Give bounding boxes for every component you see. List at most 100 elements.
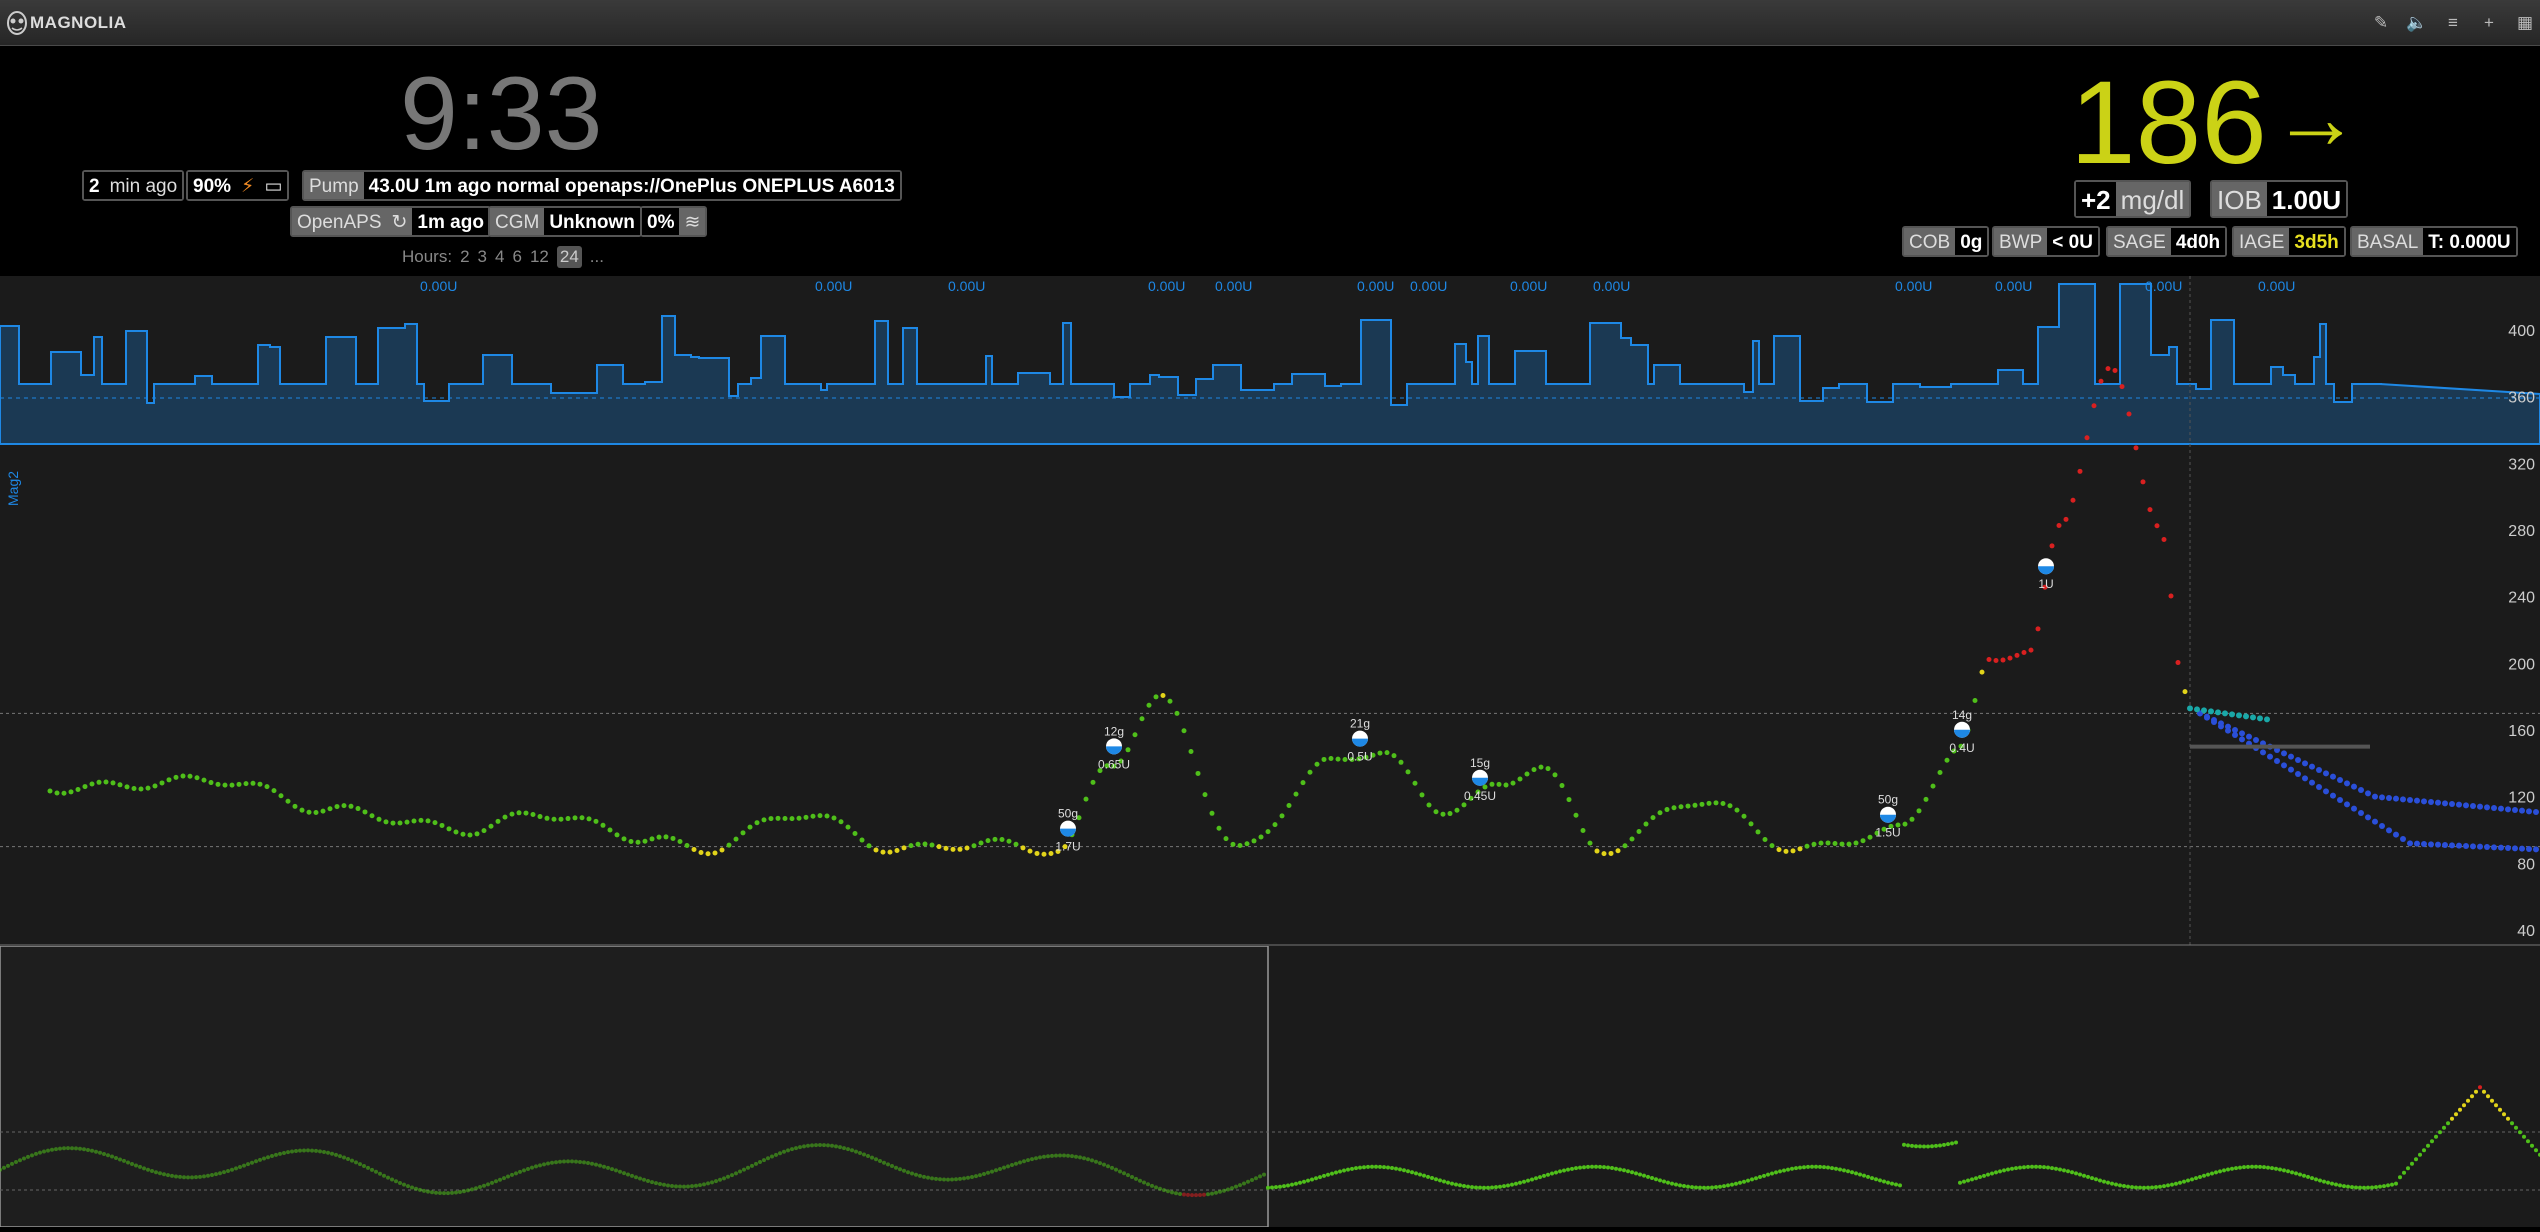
brush-bg-point	[1650, 1176, 1654, 1181]
speaker-icon[interactable]: 🔈	[2402, 12, 2432, 34]
forecast-point	[2264, 716, 2270, 723]
brush-bg-point	[1466, 1184, 1470, 1189]
brush-bg-point	[2166, 1183, 2170, 1188]
hours-option-12[interactable]: 12	[530, 247, 549, 267]
brush-bg-point	[830, 1143, 834, 1148]
bg-point	[1300, 780, 1306, 786]
bg-point	[376, 816, 382, 822]
brush-bg-point	[1774, 1170, 1778, 1175]
brush-bg-point	[306, 1148, 310, 1153]
bg-point	[1804, 843, 1810, 849]
bg-point	[1825, 840, 1831, 846]
bg-point	[180, 773, 186, 779]
brush-bg-point	[1638, 1172, 1642, 1177]
brush-bg-point	[1866, 1174, 1870, 1179]
brush-bg-point	[1614, 1166, 1618, 1171]
brush-bg-point	[1202, 1192, 1206, 1197]
brush-chart-svg[interactable]	[0, 945, 2540, 1228]
bg-point	[1720, 800, 1726, 806]
brush-bg-point	[1270, 1185, 1274, 1190]
bg-point	[215, 781, 221, 787]
brush-bg-point	[2362, 1185, 2366, 1190]
cob-pill[interactable]: COB 0g	[1902, 226, 1990, 257]
bg-point	[1153, 694, 1159, 700]
brush-bg-point	[198, 1174, 202, 1179]
brush-bg-point	[1326, 1172, 1330, 1177]
treatment-insulin-half	[1880, 814, 1896, 823]
bg-point	[656, 834, 662, 840]
brush-bg-point	[1406, 1169, 1410, 1174]
brush-bg-point	[2038, 1164, 2042, 1169]
brush-bg-point	[2534, 1148, 2538, 1153]
brush-bg-point	[618, 1169, 622, 1174]
forecast-point	[2323, 770, 2329, 777]
hours-label: Hours:	[402, 247, 453, 266]
bg-chart-svg[interactable]: 0.00U 0.00U 0.00U 0.00U 0.00U 0.00U 0.00U 0.00U…	[0, 276, 2540, 946]
brush-bg-point	[1158, 1186, 1162, 1191]
basal-pill[interactable]: BASAL T: 0.000U	[2350, 226, 2518, 257]
plus-icon[interactable]: +	[2474, 12, 2504, 34]
edit-icon[interactable]: ✎	[2366, 12, 2396, 34]
brush-bg-point	[826, 1143, 830, 1148]
forecast-point	[2393, 795, 2399, 802]
y-tick-label: 200	[2508, 656, 2535, 673]
menu-icon[interactable]: ≡	[2438, 12, 2468, 34]
hours-option-2[interactable]: 2	[460, 247, 469, 267]
brush-bg-point	[290, 1149, 294, 1154]
bg-point	[110, 780, 116, 786]
brush-bg-point	[1814, 1164, 1818, 1169]
brush-bg-point	[1114, 1167, 1118, 1172]
hours-option-3[interactable]: 3	[478, 247, 487, 267]
bg-point	[1146, 702, 1152, 708]
sage-pill[interactable]: SAGE 4d0h	[2106, 226, 2228, 257]
brush-chart[interactable]	[0, 945, 2540, 1228]
brush-bg-point	[506, 1174, 510, 1179]
brush-bg-point	[2310, 1176, 2314, 1181]
brush-bg-point	[1306, 1178, 1310, 1183]
brush-bg-point	[806, 1143, 810, 1148]
brush-bg-point	[1074, 1154, 1078, 1159]
brush-bg-point	[1066, 1153, 1070, 1158]
forecast-point	[2379, 794, 2385, 801]
bg-chart[interactable]: 0.00U 0.00U 0.00U 0.00U 0.00U 0.00U 0.00U 0.00U…	[0, 276, 2540, 946]
brush-bg-point	[1670, 1181, 1674, 1186]
brush-bg-point	[1222, 1188, 1226, 1193]
openaps-pill[interactable]: OpenAPS ↻ 1m ago	[290, 206, 491, 237]
brush-bg-point	[2002, 1168, 2006, 1173]
brush-bg-point	[206, 1173, 210, 1178]
brush-bg-point	[374, 1169, 378, 1174]
bg-point	[852, 831, 858, 837]
brush-bg-point	[2210, 1171, 2214, 1176]
calculator-icon[interactable]: ▦	[2510, 12, 2540, 34]
brush-bg-point	[1946, 1142, 1950, 1147]
hours-more[interactable]: ...	[590, 247, 604, 267]
brush-bg-point	[2010, 1166, 2014, 1171]
hours-option-4[interactable]: 4	[495, 247, 504, 267]
brush-bg-point	[30, 1153, 34, 1158]
bg-point	[628, 838, 634, 844]
cgm-pill[interactable]: CGM Unknown	[488, 206, 642, 237]
bg-point	[1251, 838, 1257, 844]
iage-pill[interactable]: IAGE 3d5h	[2232, 226, 2346, 257]
forecast-point	[2470, 803, 2476, 809]
bwp-pill[interactable]: BWP < 0U	[1992, 226, 2100, 257]
pump-pill[interactable]: Pump 43.0U 1m ago normal openaps://OnePl…	[302, 170, 902, 201]
brush-bg-point	[514, 1171, 518, 1176]
bg-point	[222, 782, 228, 788]
bg-point	[397, 820, 403, 826]
brush-bg-point	[1542, 1173, 1546, 1178]
bg-point	[1594, 848, 1600, 854]
brush-bg-point	[134, 1163, 138, 1168]
brush-bg-point	[338, 1154, 342, 1159]
brush-bg-point	[2118, 1183, 2122, 1188]
bg-point	[2084, 435, 2090, 441]
brush-bg-point	[1978, 1175, 1982, 1180]
brush-bg-point	[1150, 1183, 1154, 1188]
brush-bg-point	[2366, 1185, 2370, 1190]
bg-point	[1741, 813, 1747, 819]
brush-bg-point	[1678, 1183, 1682, 1188]
hours-option-24[interactable]: 24	[556, 246, 582, 268]
brush-bg-point	[1514, 1181, 1518, 1186]
brush-bg-point	[426, 1189, 430, 1194]
hours-option-6[interactable]: 6	[512, 247, 521, 267]
